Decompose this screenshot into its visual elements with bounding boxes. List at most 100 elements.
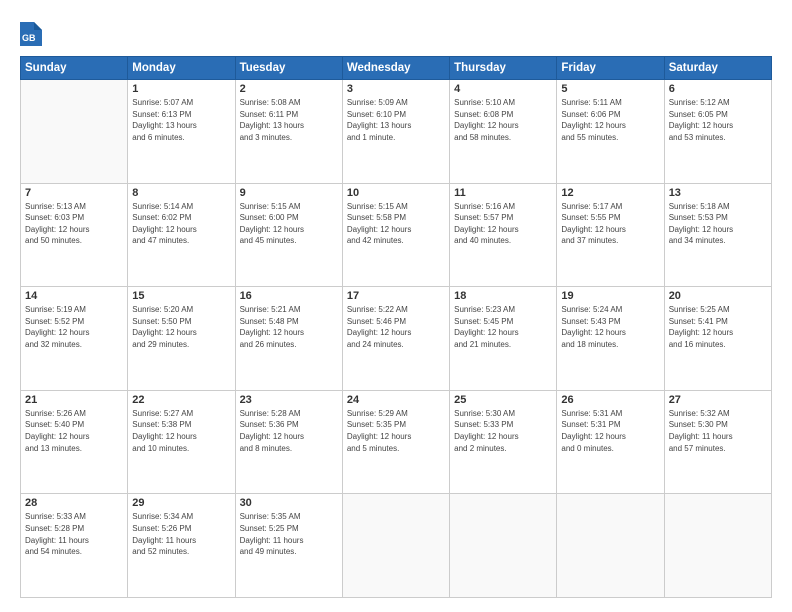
logo: GB (20, 18, 46, 46)
day-cell: 3 Sunrise: 5:09 AMSunset: 6:10 PMDaylight… (342, 80, 449, 184)
day-info: Sunrise: 5:29 AMSunset: 5:35 PMDaylight:… (347, 408, 445, 454)
day-info: Sunrise: 5:10 AMSunset: 6:08 PMDaylight:… (454, 97, 552, 143)
week-row-2: 14 Sunrise: 5:19 AMSunset: 5:52 PMDayligh… (21, 287, 772, 391)
day-number: 5 (561, 83, 659, 95)
day-cell (342, 494, 449, 598)
day-cell: 1 Sunrise: 5:07 AMSunset: 6:13 PMDaylight… (128, 80, 235, 184)
day-cell: 28 Sunrise: 5:33 AMSunset: 5:28 PMDayligh… (21, 494, 128, 598)
day-number: 11 (454, 187, 552, 199)
day-number: 20 (669, 290, 767, 302)
day-number: 10 (347, 187, 445, 199)
day-cell: 21 Sunrise: 5:26 AMSunset: 5:40 PMDayligh… (21, 390, 128, 494)
week-row-0: 1 Sunrise: 5:07 AMSunset: 6:13 PMDaylight… (21, 80, 772, 184)
day-info: Sunrise: 5:14 AMSunset: 6:02 PMDaylight:… (132, 201, 230, 247)
day-number: 8 (132, 187, 230, 199)
col-header-tuesday: Tuesday (235, 57, 342, 80)
col-header-wednesday: Wednesday (342, 57, 449, 80)
day-number: 26 (561, 394, 659, 406)
day-number: 6 (669, 83, 767, 95)
day-cell: 16Sunrise: 5:21 AMSunset: 5:48 PMDayligh… (235, 287, 342, 391)
day-cell: 18Sunrise: 5:23 AMSunset: 5:45 PMDayligh… (450, 287, 557, 391)
col-header-thursday: Thursday (450, 57, 557, 80)
day-cell: 24 Sunrise: 5:29 AMSunset: 5:35 PMDayligh… (342, 390, 449, 494)
day-number: 24 (347, 394, 445, 406)
day-number: 28 (25, 497, 123, 509)
day-info: Sunrise: 5:22 AMSunset: 5:46 PMDaylight:… (347, 304, 445, 350)
day-cell: 17 Sunrise: 5:22 AMSunset: 5:46 PMDayligh… (342, 287, 449, 391)
day-number: 4 (454, 83, 552, 95)
day-number: 16 (240, 290, 338, 302)
day-number: 7 (25, 187, 123, 199)
day-info: Sunrise: 5:25 AMSunset: 5:41 PMDaylight:… (669, 304, 767, 350)
day-cell: 11Sunrise: 5:16 AMSunset: 5:57 PMDayligh… (450, 183, 557, 287)
day-info: Sunrise: 5:33 AMSunset: 5:28 PMDaylight:… (25, 511, 123, 557)
calendar-header: SundayMondayTuesdayWednesdayThursdayFrid… (21, 57, 772, 80)
day-info: Sunrise: 5:08 AMSunset: 6:11 PMDaylight:… (240, 97, 338, 143)
day-cell (557, 494, 664, 598)
day-number: 21 (25, 394, 123, 406)
day-number: 13 (669, 187, 767, 199)
svg-text:GB: GB (22, 33, 36, 43)
day-info: Sunrise: 5:24 AMSunset: 5:43 PMDaylight:… (561, 304, 659, 350)
day-cell: 26 Sunrise: 5:31 AMSunset: 5:31 PMDayligh… (557, 390, 664, 494)
page: GB SundayMondayTuesdayWednesdayThursdayF… (0, 0, 792, 612)
day-info: Sunrise: 5:31 AMSunset: 5:31 PMDaylight:… (561, 408, 659, 454)
day-cell: 25 Sunrise: 5:30 AMSunset: 5:33 PMDayligh… (450, 390, 557, 494)
day-info: Sunrise: 5:30 AMSunset: 5:33 PMDaylight:… (454, 408, 552, 454)
day-info: Sunrise: 5:26 AMSunset: 5:40 PMDaylight:… (25, 408, 123, 454)
day-info: Sunrise: 5:19 AMSunset: 5:52 PMDaylight:… (25, 304, 123, 350)
day-cell: 19 Sunrise: 5:24 AMSunset: 5:43 PMDayligh… (557, 287, 664, 391)
day-number: 12 (561, 187, 659, 199)
day-number: 29 (132, 497, 230, 509)
day-cell: 13 Sunrise: 5:18 AMSunset: 5:53 PMDayligh… (664, 183, 771, 287)
day-cell: 12Sunrise: 5:17 AMSunset: 5:55 PMDayligh… (557, 183, 664, 287)
day-cell: 20 Sunrise: 5:25 AMSunset: 5:41 PMDayligh… (664, 287, 771, 391)
day-cell: 15 Sunrise: 5:20 AMSunset: 5:50 PMDayligh… (128, 287, 235, 391)
day-cell (450, 494, 557, 598)
calendar-table: SundayMondayTuesdayWednesdayThursdayFrid… (20, 56, 772, 598)
day-cell: 5Sunrise: 5:11 AMSunset: 6:06 PMDaylight… (557, 80, 664, 184)
day-info: Sunrise: 5:09 AMSunset: 6:10 PMDaylight:… (347, 97, 445, 143)
day-cell: 2 Sunrise: 5:08 AMSunset: 6:11 PMDaylight… (235, 80, 342, 184)
day-cell: 9Sunrise: 5:15 AMSunset: 6:00 PMDaylight… (235, 183, 342, 287)
day-cell: 30 Sunrise: 5:35 AMSunset: 5:25 PMDayligh… (235, 494, 342, 598)
day-info: Sunrise: 5:23 AMSunset: 5:45 PMDaylight:… (454, 304, 552, 350)
col-header-friday: Friday (557, 57, 664, 80)
header-row: SundayMondayTuesdayWednesdayThursdayFrid… (21, 57, 772, 80)
day-number: 3 (347, 83, 445, 95)
day-number: 2 (240, 83, 338, 95)
day-number: 27 (669, 394, 767, 406)
day-number: 25 (454, 394, 552, 406)
day-info: Sunrise: 5:13 AMSunset: 6:03 PMDaylight:… (25, 201, 123, 247)
day-info: Sunrise: 5:07 AMSunset: 6:13 PMDaylight:… (132, 97, 230, 143)
week-row-1: 7 Sunrise: 5:13 AMSunset: 6:03 PMDaylight… (21, 183, 772, 287)
day-info: Sunrise: 5:34 AMSunset: 5:26 PMDaylight:… (132, 511, 230, 557)
day-number: 23 (240, 394, 338, 406)
day-info: Sunrise: 5:12 AMSunset: 6:05 PMDaylight:… (669, 97, 767, 143)
day-info: Sunrise: 5:18 AMSunset: 5:53 PMDaylight:… (669, 201, 767, 247)
day-number: 15 (132, 290, 230, 302)
day-number: 30 (240, 497, 338, 509)
day-number: 14 (25, 290, 123, 302)
day-cell: 29 Sunrise: 5:34 AMSunset: 5:26 PMDayligh… (128, 494, 235, 598)
week-row-3: 21 Sunrise: 5:26 AMSunset: 5:40 PMDayligh… (21, 390, 772, 494)
day-cell: 14 Sunrise: 5:19 AMSunset: 5:52 PMDayligh… (21, 287, 128, 391)
day-number: 19 (561, 290, 659, 302)
day-number: 1 (132, 83, 230, 95)
day-cell: 4 Sunrise: 5:10 AMSunset: 6:08 PMDaylight… (450, 80, 557, 184)
day-info: Sunrise: 5:27 AMSunset: 5:38 PMDaylight:… (132, 408, 230, 454)
day-cell: 10Sunrise: 5:15 AMSunset: 5:58 PMDayligh… (342, 183, 449, 287)
day-cell: 8 Sunrise: 5:14 AMSunset: 6:02 PMDaylight… (128, 183, 235, 287)
day-cell: 27 Sunrise: 5:32 AMSunset: 5:30 PMDayligh… (664, 390, 771, 494)
col-header-saturday: Saturday (664, 57, 771, 80)
day-cell: 22 Sunrise: 5:27 AMSunset: 5:38 PMDayligh… (128, 390, 235, 494)
day-info: Sunrise: 5:28 AMSunset: 5:36 PMDaylight:… (240, 408, 338, 454)
day-number: 9 (240, 187, 338, 199)
day-number: 17 (347, 290, 445, 302)
day-info: Sunrise: 5:35 AMSunset: 5:25 PMDaylight:… (240, 511, 338, 557)
day-info: Sunrise: 5:20 AMSunset: 5:50 PMDaylight:… (132, 304, 230, 350)
day-cell: 7 Sunrise: 5:13 AMSunset: 6:03 PMDaylight… (21, 183, 128, 287)
logo-icon: GB (20, 18, 42, 46)
day-number: 22 (132, 394, 230, 406)
day-info: Sunrise: 5:32 AMSunset: 5:30 PMDaylight:… (669, 408, 767, 454)
